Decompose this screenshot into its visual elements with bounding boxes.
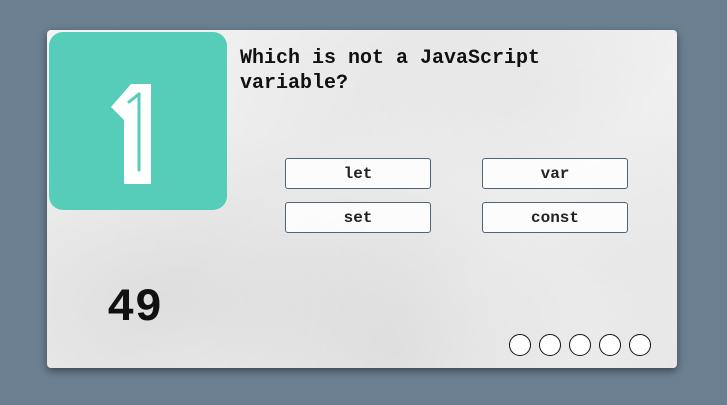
quiz-card: Which is not a JavaScript variable? let … (47, 30, 677, 368)
progress-dot (509, 334, 531, 356)
answer-button-set[interactable]: set (285, 202, 431, 233)
number-one-icon (111, 84, 151, 184)
progress-indicator (509, 334, 651, 356)
answer-button-const[interactable]: const (482, 202, 628, 233)
countdown-timer: 49 (107, 282, 163, 334)
question-text: Which is not a JavaScript variable? (240, 47, 541, 95)
progress-dot (629, 334, 651, 356)
progress-dot (599, 334, 621, 356)
answer-button-var[interactable]: var (482, 158, 628, 189)
logo-tile (49, 32, 227, 210)
progress-dot (539, 334, 561, 356)
progress-dot (569, 334, 591, 356)
answer-button-let[interactable]: let (285, 158, 431, 189)
